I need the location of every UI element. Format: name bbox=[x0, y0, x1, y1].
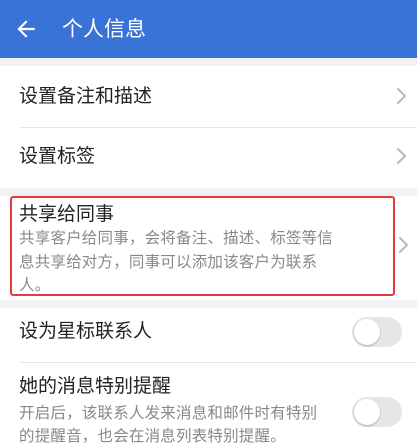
screen: 个人信息 设置备注和描述 设置标签 共享给同事 共享客户给同事，会将备注、描述、… bbox=[0, 0, 417, 443]
row-tags[interactable]: 设置标签 bbox=[0, 128, 417, 188]
toggle-knob bbox=[354, 319, 380, 345]
highlight-box bbox=[10, 196, 395, 296]
star-contact-toggle[interactable] bbox=[352, 317, 402, 347]
app-bar: 个人信息 bbox=[0, 0, 417, 58]
row-special-remind-label: 她的消息特别提醒 bbox=[19, 375, 172, 397]
special-remind-toggle[interactable] bbox=[352, 397, 402, 427]
row-remark-label: 设置备注和描述 bbox=[19, 85, 153, 107]
row-special-remind-description-line1: 开启后，该联系人发来消息和邮件时有特别 bbox=[19, 404, 318, 422]
back-arrow-icon bbox=[17, 20, 35, 38]
row-special-remind-description-line2: 的提醒音，也会在消息列表特别提醒。 bbox=[19, 427, 286, 443]
row-special-remind: 她的消息特别提醒 开启后，该联系人发来消息和邮件时有特别 的提醒音，也会在消息列… bbox=[0, 363, 417, 443]
back-button[interactable] bbox=[8, 11, 44, 47]
row-tags-label: 设置标签 bbox=[19, 145, 96, 167]
row-star-label: 设为星标联系人 bbox=[19, 320, 153, 342]
chevron-right-icon bbox=[399, 237, 408, 253]
chevron-right-icon bbox=[397, 88, 406, 104]
chevron-right-icon bbox=[397, 148, 406, 164]
section-contact-settings: 设置备注和描述 设置标签 bbox=[0, 66, 417, 188]
section-notification-settings: 设为星标联系人 她的消息特别提醒 开启后，该联系人发来消息和邮件时有特别 的提醒… bbox=[0, 308, 417, 443]
row-star-contact: 设为星标联系人 bbox=[0, 308, 417, 358]
row-remark[interactable]: 设置备注和描述 bbox=[0, 66, 417, 127]
toggle-knob bbox=[354, 399, 380, 425]
page-title: 个人信息 bbox=[62, 17, 146, 41]
